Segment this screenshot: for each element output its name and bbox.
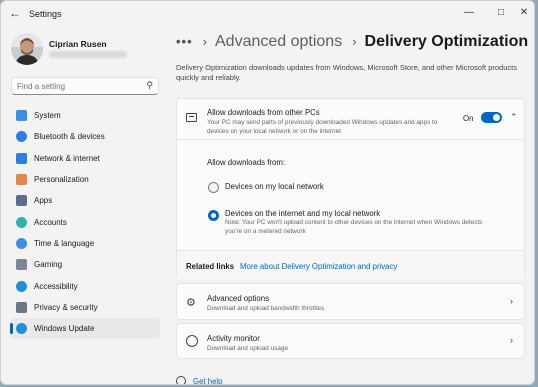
sidebar-item-privacy-security[interactable]: Privacy & security bbox=[10, 297, 160, 318]
advanced-options-card[interactable]: ⚙ Advanced options Download and upload b… bbox=[176, 283, 525, 320]
breadcrumb-separator-icon: › bbox=[352, 34, 357, 49]
allow-downloads-subtitle: Your PC may send parts of previously dow… bbox=[207, 119, 438, 135]
activity-gauge-icon bbox=[186, 335, 198, 347]
wifi-icon bbox=[16, 152, 27, 164]
back-arrow-icon[interactable]: ← bbox=[9, 6, 23, 20]
advanced-options-title: Advanced options bbox=[207, 294, 269, 303]
sidebar-item-accounts[interactable]: Accounts bbox=[10, 211, 160, 232]
activity-monitor-subtitle: Download and upload usage bbox=[207, 345, 289, 352]
sidebar-item-label: Network & internet bbox=[34, 153, 100, 163]
app-title: Settings bbox=[29, 9, 62, 19]
sidebar-item-label: Privacy & security bbox=[34, 302, 98, 312]
allow-downloads-title: Allow downloads from other PCs bbox=[207, 108, 320, 117]
search-input[interactable] bbox=[17, 80, 137, 92]
chevron-up-icon[interactable]: ⌃ bbox=[510, 112, 518, 123]
settings-window: ← Settings — □ ✕ Ciprian Rusen ⚲ System B… bbox=[0, 0, 535, 385]
allow-downloads-card: Allow downloads from other PCs Your PC m… bbox=[176, 98, 525, 280]
gear-icon: ⚙ bbox=[186, 297, 196, 309]
sidebar-item-label: Windows Update bbox=[34, 324, 95, 334]
breadcrumb-parent-link[interactable]: Advanced options bbox=[215, 33, 342, 51]
sidebar-item-system[interactable]: System bbox=[10, 105, 160, 126]
advanced-options-subtitle: Download and upload bandwidth throttles bbox=[207, 305, 325, 312]
avatar[interactable] bbox=[11, 33, 43, 65]
metered-network-note: Note: Your PC won't upload content to ot… bbox=[225, 219, 483, 235]
close-button[interactable]: ✕ bbox=[513, 4, 534, 22]
get-help-link[interactable]: Get help bbox=[193, 377, 222, 384]
breadcrumb: ••• › Advanced options › Delivery Optimi… bbox=[176, 33, 528, 53]
sidebar-item-network-internet[interactable]: Network & internet bbox=[10, 148, 160, 169]
bluetooth-icon bbox=[16, 131, 27, 143]
activity-monitor-title: Activity monitor bbox=[207, 334, 260, 343]
title-bar: ← Settings — □ ✕ bbox=[1, 1, 534, 27]
controller-icon bbox=[16, 259, 27, 271]
search-icon[interactable]: ⚲ bbox=[146, 80, 153, 91]
sidebar-nav: System Bluetooth & devices Network & inter… bbox=[10, 105, 160, 340]
page-description: Delivery Optimization downloads updates … bbox=[176, 63, 517, 82]
sidebar-item-label: Gaming bbox=[34, 260, 63, 270]
breadcrumb-overflow-button[interactable]: ••• bbox=[176, 34, 193, 49]
radio-local-network[interactable] bbox=[208, 182, 219, 193]
sidebar-item-time-language[interactable]: Time & language bbox=[10, 233, 160, 254]
chevron-right-icon: › bbox=[510, 335, 513, 345]
related-links-heading: Related links bbox=[186, 262, 235, 271]
allow-from-label: Allow downloads from: bbox=[207, 158, 286, 167]
sidebar-item-label: Accounts bbox=[34, 217, 67, 227]
user-name: Ciprian Rusen bbox=[49, 39, 107, 49]
sidebar-item-label: Personalization bbox=[34, 175, 89, 185]
sidebar-item-personalization[interactable]: Personalization bbox=[10, 169, 160, 190]
radio-internet-and-local[interactable] bbox=[208, 210, 219, 221]
search-box[interactable]: ⚲ bbox=[11, 77, 159, 95]
sidebar-item-gaming[interactable]: Gaming bbox=[10, 254, 160, 275]
update-icon bbox=[16, 323, 27, 335]
allow-downloads-header[interactable]: Allow downloads from other PCs Your PC m… bbox=[177, 99, 524, 140]
activity-monitor-card[interactable]: Activity monitor Download and upload usa… bbox=[176, 323, 525, 359]
chevron-right-icon: › bbox=[510, 296, 513, 306]
allow-from-panel: Allow downloads from: Devices on my loca… bbox=[177, 140, 524, 248]
breadcrumb-separator-icon: › bbox=[202, 34, 207, 49]
sidebar-item-label: Bluetooth & devices bbox=[34, 132, 105, 142]
radio-internet-and-local-label[interactable]: Devices on the internet and my local net… bbox=[225, 209, 380, 218]
allow-downloads-toggle[interactable] bbox=[481, 112, 502, 123]
person-icon bbox=[16, 216, 27, 228]
maximize-button[interactable]: □ bbox=[490, 4, 512, 22]
sidebar-item-label: System bbox=[34, 111, 61, 121]
sidebar-item-apps[interactable]: Apps bbox=[10, 190, 160, 211]
user-email-redacted bbox=[49, 51, 127, 58]
sidebar-item-label: Apps bbox=[34, 196, 53, 206]
globe-clock-icon bbox=[16, 237, 27, 249]
minimize-button[interactable]: — bbox=[458, 4, 480, 22]
sidebar-item-label: Time & language bbox=[34, 238, 95, 248]
brush-icon bbox=[16, 174, 27, 186]
delivery-optimization-privacy-link[interactable]: More about Delivery Optimization and pri… bbox=[240, 262, 397, 271]
monitor-icon bbox=[16, 110, 27, 122]
related-links-row: Related links More about Delivery Optimi… bbox=[177, 250, 524, 280]
sidebar-item-label: Accessibility bbox=[34, 281, 78, 291]
sidebar-item-accessibility[interactable]: Accessibility bbox=[10, 275, 160, 296]
sidebar-item-bluetooth-devices[interactable]: Bluetooth & devices bbox=[10, 126, 160, 147]
shield-icon bbox=[16, 301, 27, 313]
page-title: Delivery Optimization bbox=[364, 33, 529, 50]
apps-icon bbox=[16, 195, 27, 207]
sidebar-item-windows-update[interactable]: Windows Update bbox=[10, 317, 160, 340]
accessibility-icon bbox=[16, 280, 27, 292]
toggle-state-label: On bbox=[463, 114, 474, 123]
radio-local-network-label[interactable]: Devices on my local network bbox=[225, 182, 324, 191]
help-icon bbox=[176, 376, 186, 384]
